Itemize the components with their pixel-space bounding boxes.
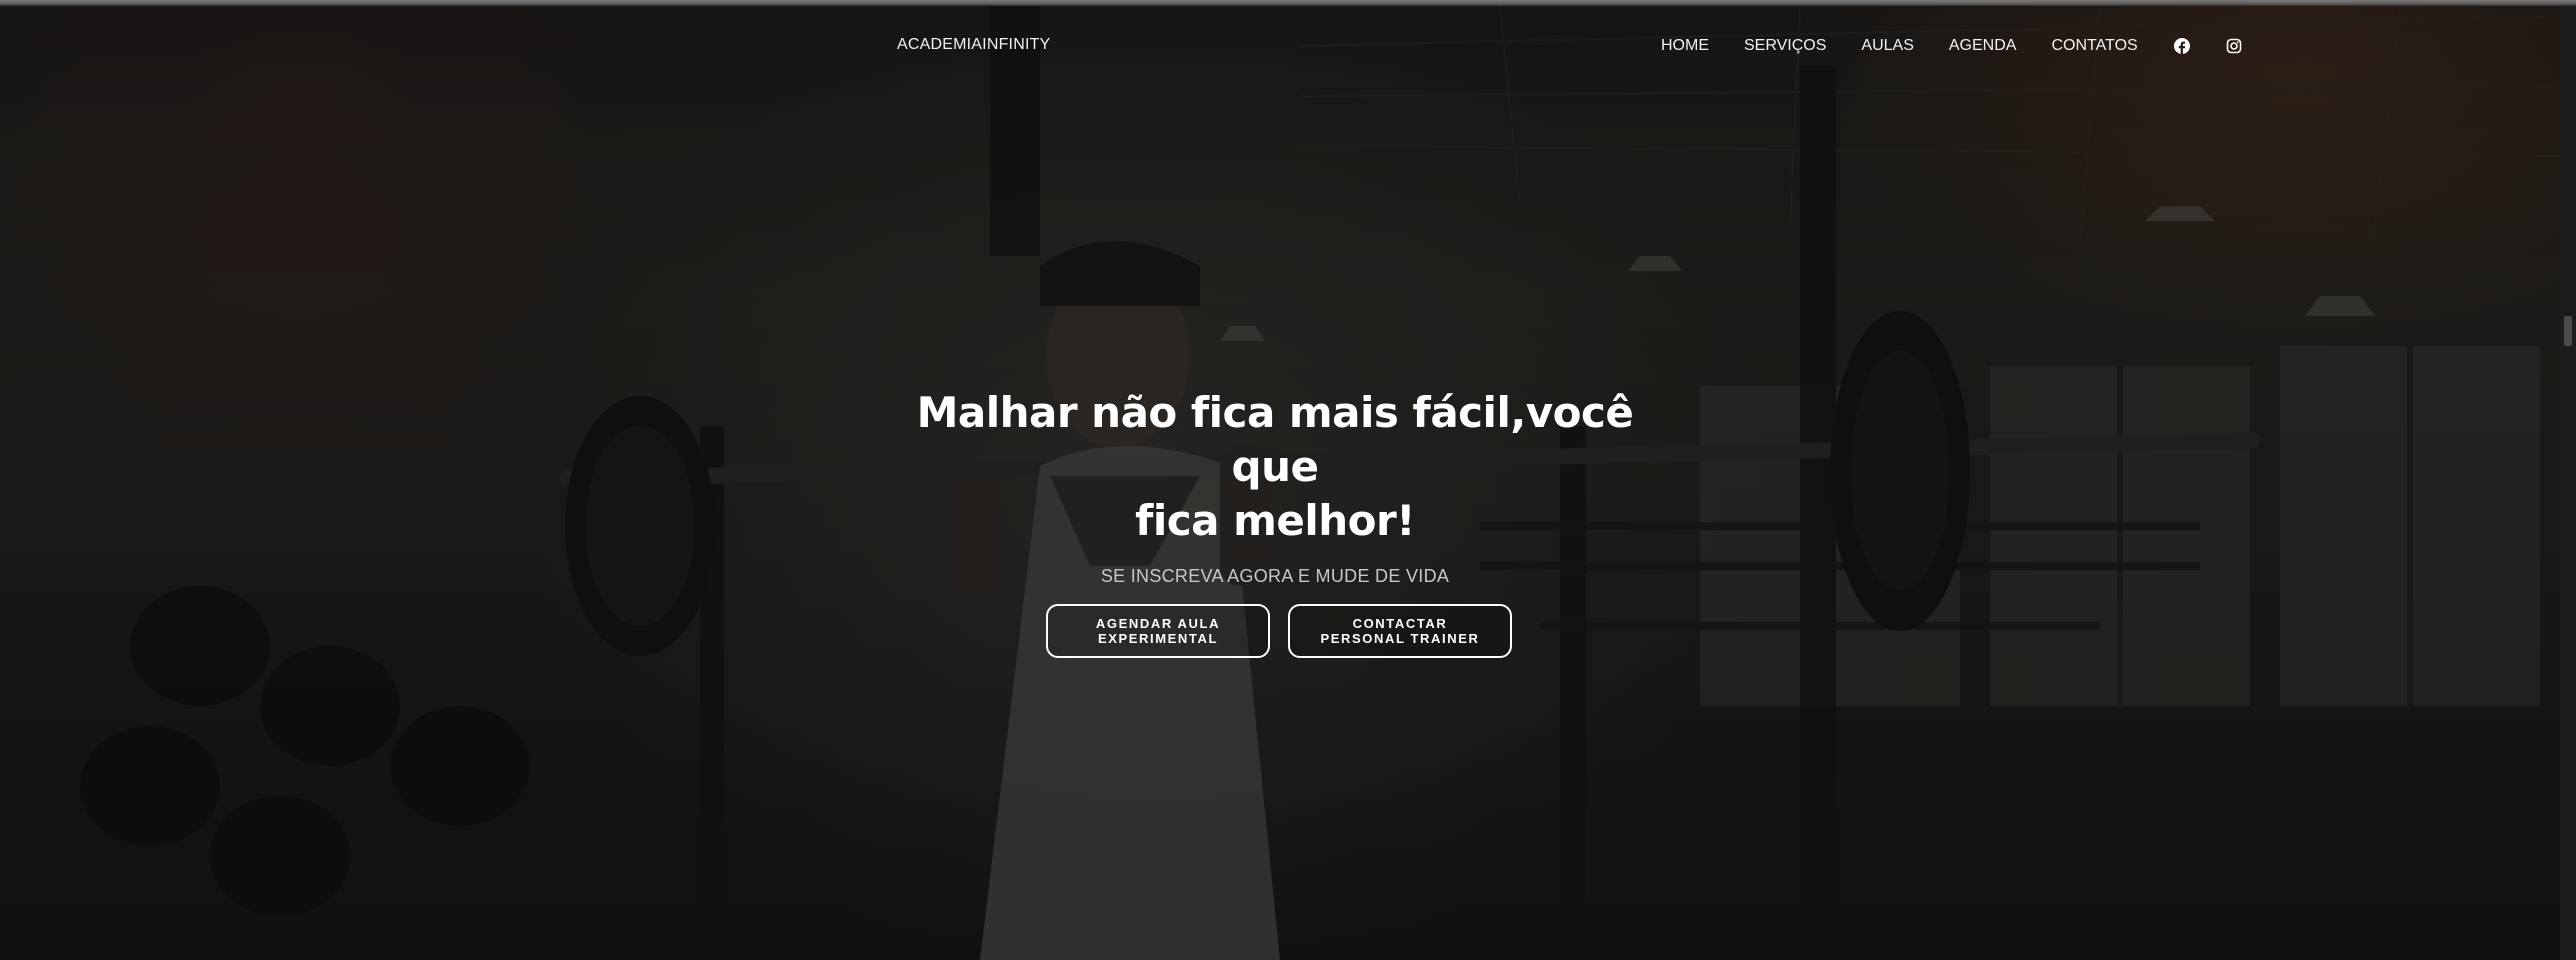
hero-cta-row: AGENDAR AULA EXPERIMENTAL CONTACTAR PERS… bbox=[1046, 604, 1512, 658]
top-navbar: ACADEMIAINFINITY HOME SERVIÇOS AULAS AGE… bbox=[0, 30, 2560, 62]
nav-link-agenda[interactable]: AGENDA bbox=[1949, 30, 2017, 62]
browser-top-edge bbox=[0, 0, 2576, 6]
nav-link-contatos[interactable]: CONTATOS bbox=[2051, 30, 2137, 62]
contact-personal-trainer-button[interactable]: CONTACTAR PERSONAL TRAINER bbox=[1288, 604, 1512, 658]
hero-content: Malhar não fica mais fácil,você que fica… bbox=[880, 386, 1670, 587]
nav-links: HOME SERVIÇOS AULAS AGENDA CONTATOS bbox=[1661, 30, 2277, 62]
hero-section: ACADEMIAINFINITY HOME SERVIÇOS AULAS AGE… bbox=[0, 6, 2560, 960]
hero-headline-line1: Malhar não fica mais fácil,você que bbox=[916, 388, 1634, 491]
scrollbar-thumb[interactable] bbox=[2564, 316, 2572, 346]
nav-link-servicos[interactable]: SERVIÇOS bbox=[1744, 30, 1826, 62]
facebook-icon[interactable] bbox=[2173, 37, 2191, 55]
instagram-icon[interactable] bbox=[2225, 37, 2243, 55]
brand-logo-link[interactable]: ACADEMIAINFINITY bbox=[897, 36, 1050, 54]
hero-headline-line2: fica melhor! bbox=[1135, 496, 1415, 545]
nav-link-aulas[interactable]: AULAS bbox=[1861, 30, 1913, 62]
page-scrollbar[interactable] bbox=[2560, 6, 2576, 960]
hero-headline: Malhar não fica mais fácil,você que fica… bbox=[880, 386, 1670, 548]
hero-subtitle: SE INSCREVA AGORA E MUDE DE VIDA bbox=[1100, 566, 1450, 586]
schedule-trial-class-button[interactable]: AGENDAR AULA EXPERIMENTAL bbox=[1046, 604, 1270, 658]
nav-link-home[interactable]: HOME bbox=[1661, 30, 1709, 62]
browser-viewport: ACADEMIAINFINITY HOME SERVIÇOS AULAS AGE… bbox=[0, 0, 2576, 960]
